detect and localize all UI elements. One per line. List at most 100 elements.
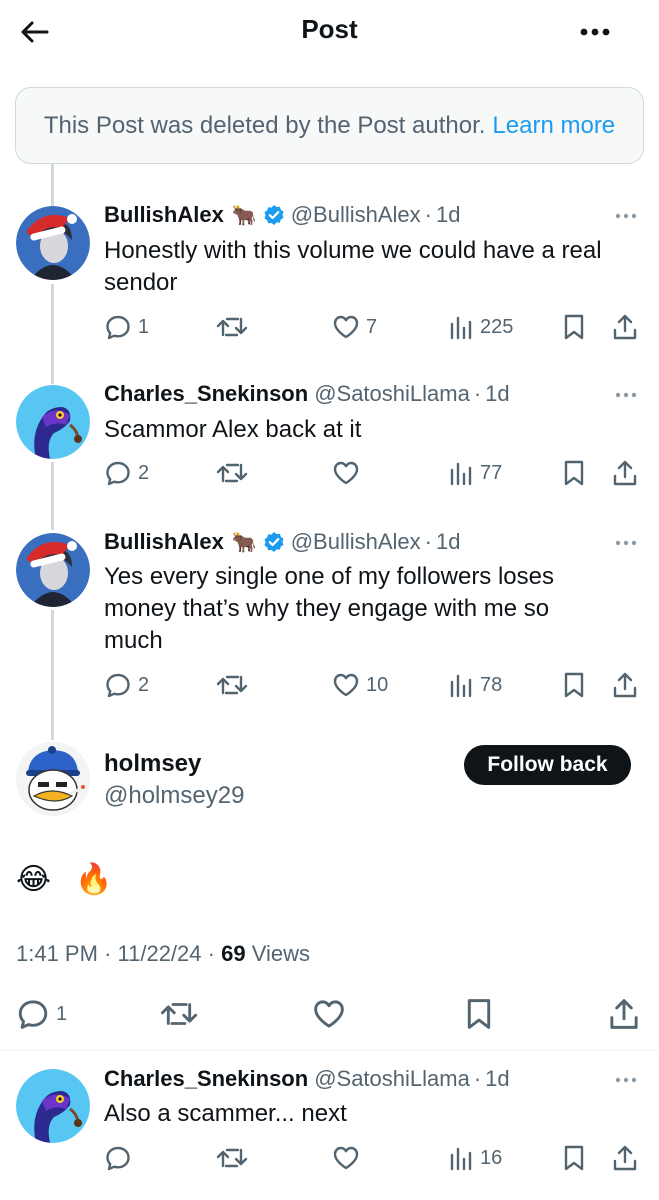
share-button[interactable] xyxy=(608,994,640,1034)
reply-button[interactable] xyxy=(104,1141,132,1175)
repost-button[interactable] xyxy=(216,1141,248,1175)
post-meta: 1:41 PM · 11/22/24 · 69 Views xyxy=(16,941,310,967)
post-time[interactable]: 1d xyxy=(485,381,509,407)
bookmark-button[interactable] xyxy=(464,994,494,1034)
views-chart-icon xyxy=(450,316,472,340)
reply-more-button[interactable] xyxy=(611,533,641,553)
reply-header: Charles_Snekinson @SatoshiLlama · 1d xyxy=(104,381,510,407)
share-button[interactable] xyxy=(612,310,638,344)
reply-more-button[interactable] xyxy=(611,206,641,226)
more-options-button[interactable] xyxy=(575,12,615,52)
post-actions: 1 xyxy=(0,994,659,1034)
reply-more-button[interactable] xyxy=(611,385,641,405)
bookmark-button[interactable] xyxy=(562,310,586,344)
bookmark-button[interactable] xyxy=(562,456,586,490)
views-chart-icon xyxy=(450,1147,472,1171)
like-button[interactable] xyxy=(332,1141,360,1175)
author-name[interactable]: BullishAlex xyxy=(104,202,224,228)
author-handle[interactable]: @BullishAlex xyxy=(291,529,421,555)
heart-icon xyxy=(333,673,359,697)
views-chart-icon xyxy=(450,462,472,486)
like-button[interactable] xyxy=(332,456,360,490)
heart-icon xyxy=(333,1146,359,1170)
reply-count: 1 xyxy=(56,1002,68,1025)
reply-button[interactable]: 1 xyxy=(16,994,67,1034)
author-name[interactable]: Charles_Snekinson xyxy=(104,381,308,407)
heart-icon xyxy=(333,315,359,339)
reply-text: Also a scammer... next xyxy=(104,1100,347,1127)
separator-dot: · xyxy=(473,1066,482,1091)
learn-more-link[interactable]: Learn more xyxy=(492,112,615,140)
share-icon xyxy=(613,314,637,340)
reply-header: BullishAlex 🐂 @BullishAlex · 1d xyxy=(104,529,460,555)
repost-button[interactable] xyxy=(160,994,198,1034)
separator-dot: · xyxy=(473,381,482,406)
views-button[interactable]: 225 xyxy=(448,310,513,344)
reply-count: 2 xyxy=(138,673,150,696)
reply-header: Charles_Snekinson @SatoshiLlama · 1d xyxy=(104,1066,510,1092)
avatar[interactable] xyxy=(16,742,90,816)
views-button[interactable]: 16 xyxy=(448,1141,502,1175)
like-button[interactable] xyxy=(312,994,346,1034)
thread-line xyxy=(51,610,54,740)
views-button[interactable]: 77 xyxy=(448,456,502,490)
reply-actions: 16 xyxy=(104,1141,644,1175)
post-date[interactable]: 11/22/24 xyxy=(118,941,202,966)
bull-emoji: 🐂 xyxy=(231,204,257,227)
follow-back-button[interactable]: Follow back xyxy=(464,745,631,785)
repost-button[interactable] xyxy=(216,668,248,702)
divider xyxy=(0,1050,659,1051)
author-name[interactable]: holmsey xyxy=(104,750,201,778)
post-time[interactable]: 1d xyxy=(436,202,460,228)
share-icon xyxy=(613,1145,637,1171)
share-button[interactable] xyxy=(612,1141,638,1175)
author-handle[interactable]: @holmsey29 xyxy=(104,782,244,810)
author-handle[interactable]: @SatoshiLlama xyxy=(314,381,470,407)
author-name[interactable]: Charles_Snekinson xyxy=(104,1066,308,1092)
share-button[interactable] xyxy=(612,668,638,702)
deleted-post-notice: This Post was deleted by the Post author… xyxy=(15,87,644,164)
separator-dot: · xyxy=(104,941,118,966)
reply-actions: 2 10 78 xyxy=(104,668,644,702)
repost-button[interactable] xyxy=(216,310,248,344)
post-time[interactable]: 1:41 PM xyxy=(16,941,98,966)
share-button[interactable] xyxy=(612,456,638,490)
bookmark-button[interactable] xyxy=(562,1141,586,1175)
author-handle[interactable]: @SatoshiLlama xyxy=(314,1066,470,1092)
avatar[interactable] xyxy=(16,1069,90,1143)
reply-button[interactable]: 2 xyxy=(104,668,149,702)
thread-line xyxy=(51,462,54,530)
thread-line xyxy=(51,164,54,209)
separator-dot: · xyxy=(424,202,432,227)
reply-more-button[interactable] xyxy=(611,1070,641,1090)
avatar[interactable] xyxy=(16,206,90,280)
bookmark-icon xyxy=(564,460,584,486)
like-count: 7 xyxy=(366,315,378,338)
views-button[interactable]: 78 xyxy=(448,668,502,702)
verified-badge-icon xyxy=(263,204,285,226)
like-button[interactable]: 7 xyxy=(332,310,377,344)
bull-emoji: 🐂 xyxy=(231,531,257,554)
views-count: 78 xyxy=(480,673,503,696)
reply-button[interactable]: 2 xyxy=(104,456,149,490)
reply-button[interactable]: 1 xyxy=(104,310,149,344)
bookmark-icon xyxy=(564,314,584,340)
post-time[interactable]: 1d xyxy=(485,1066,509,1092)
thread-line xyxy=(51,284,54,384)
post-content: 😂 🔥 xyxy=(16,863,121,896)
bookmark-button[interactable] xyxy=(562,668,586,702)
comment-icon xyxy=(106,461,130,486)
post-time[interactable]: 1d xyxy=(436,529,460,555)
avatar[interactable] xyxy=(16,385,90,459)
comment-icon xyxy=(18,1000,48,1029)
views-count: 77 xyxy=(480,461,503,484)
more-icon xyxy=(615,392,637,398)
author-name[interactable]: BullishAlex xyxy=(104,529,224,555)
author-handle[interactable]: @BullishAlex xyxy=(291,202,421,228)
heart-icon xyxy=(314,1000,344,1028)
avatar[interactable] xyxy=(16,533,90,607)
repost-button[interactable] xyxy=(216,456,248,490)
like-button[interactable]: 10 xyxy=(332,668,388,702)
reply-actions: 2 77 xyxy=(104,456,644,490)
comment-icon xyxy=(106,673,130,698)
